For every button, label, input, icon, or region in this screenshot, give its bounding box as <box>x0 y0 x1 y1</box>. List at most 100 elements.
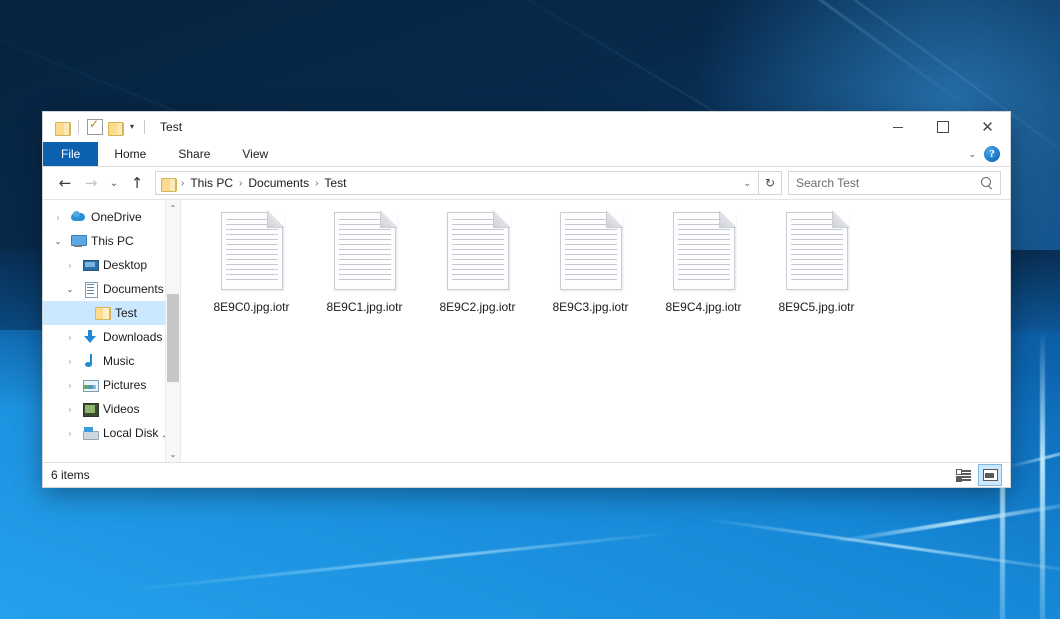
tab-home[interactable]: Home <box>98 142 162 166</box>
breadcrumb-separator: › <box>179 178 186 189</box>
file-list-pane[interactable]: 8E9C0.jpg.iotr 8E9C1.jpg.iotr <box>181 200 1010 462</box>
onedrive-icon <box>70 209 86 225</box>
generic-document-icon <box>673 212 735 290</box>
title-bar: ▾ Test ✕ <box>43 112 1010 142</box>
document-lines <box>226 219 278 284</box>
scrollbar-track[interactable] <box>166 216 180 446</box>
breadcrumb-item-documents[interactable]: Documents <box>244 176 313 190</box>
toolbar-divider <box>78 120 79 134</box>
scroll-up-icon[interactable]: ⌃ <box>166 200 180 216</box>
chevron-right-icon[interactable]: › <box>63 381 77 390</box>
file-name-label: 8E9C0.jpg.iotr <box>213 300 289 314</box>
large-icons-view-icon <box>983 469 998 481</box>
minimize-button[interactable] <box>875 112 920 142</box>
up-button[interactable]: ↑ <box>124 170 150 196</box>
properties-checkbox-icon[interactable] <box>87 119 103 135</box>
sidebar-item-documents[interactable]: ⌄ Documents <box>43 277 180 301</box>
search-box[interactable]: Search Test <box>788 171 1001 195</box>
sidebar-item-label: This PC <box>91 234 134 248</box>
file-name-label: 8E9C3.jpg.iotr <box>552 300 628 314</box>
details-view-button[interactable] <box>952 465 974 485</box>
tab-file[interactable]: File <box>43 142 98 166</box>
sidebar-item-pictures[interactable]: › Pictures <box>43 373 180 397</box>
file-name-label: 8E9C5.jpg.iotr <box>778 300 854 314</box>
chevron-right-icon[interactable]: › <box>63 357 77 366</box>
file-item[interactable]: 8E9C2.jpg.iotr <box>421 210 534 328</box>
minimize-icon <box>893 127 903 128</box>
sidebar-item-videos[interactable]: › Videos <box>43 397 180 421</box>
sidebar-item-desktop[interactable]: › Desktop <box>43 253 180 277</box>
sidebar-item-music[interactable]: › Music <box>43 349 180 373</box>
window-controls: ✕ <box>875 112 1010 142</box>
details-rows <box>962 470 971 472</box>
sidebar-item-label: Videos <box>103 402 139 416</box>
chevron-down-icon[interactable]: ⌄ <box>63 285 77 294</box>
navigation-scrollbar[interactable]: ⌃ ⌄ <box>165 200 180 462</box>
sidebar-item-label: OneDrive <box>91 210 142 224</box>
search-input[interactable]: Search Test <box>796 176 981 190</box>
chevron-down-icon[interactable]: ⌄ <box>968 149 976 160</box>
item-count-label: 6 items <box>51 468 90 482</box>
chevron-right-icon[interactable]: › <box>63 405 77 414</box>
view-toggle-group <box>952 464 1002 486</box>
document-fold <box>832 211 849 228</box>
tab-view[interactable]: View <box>226 142 284 166</box>
chevron-right-icon[interactable]: › <box>63 429 77 438</box>
wallpaper-beam <box>1040 330 1045 619</box>
navigation-pane: › OneDrive ⌄ This PC › Desktop ⌄ <box>43 200 181 462</box>
tab-share[interactable]: Share <box>162 142 226 166</box>
new-folder-icon[interactable] <box>108 121 123 134</box>
document-fold <box>380 211 397 228</box>
file-item[interactable]: 8E9C0.jpg.iotr <box>195 210 308 328</box>
document-fold <box>493 211 510 228</box>
file-item[interactable]: 8E9C5.jpg.iotr <box>760 210 873 328</box>
file-item[interactable]: 8E9C4.jpg.iotr <box>647 210 760 328</box>
sidebar-item-local-disk-c[interactable]: › Local Disk (C:) <box>43 421 180 445</box>
generic-document-icon <box>334 212 396 290</box>
large-icons-view-button[interactable] <box>978 464 1002 486</box>
refresh-button[interactable]: ↻ <box>759 171 782 195</box>
recent-locations-button[interactable]: ⌄ <box>104 170 124 196</box>
file-explorer-window: ▾ Test ✕ File Home Share View ⌄ ? ← → <box>43 112 1010 487</box>
videos-icon <box>82 401 98 417</box>
forward-button[interactable]: → <box>78 170 104 196</box>
breadcrumb-item-this-pc[interactable]: This PC <box>186 176 237 190</box>
file-item[interactable]: 8E9C3.jpg.iotr <box>534 210 647 328</box>
sidebar-item-onedrive[interactable]: › OneDrive <box>43 205 180 229</box>
desktop-icon <box>82 257 98 273</box>
file-name-label: 8E9C2.jpg.iotr <box>439 300 515 314</box>
chevron-right-icon[interactable]: › <box>63 261 77 270</box>
sidebar-item-this-pc[interactable]: ⌄ This PC <box>43 229 180 253</box>
chevron-right-icon[interactable]: › <box>51 213 65 222</box>
back-button[interactable]: ← <box>52 170 78 196</box>
maximize-icon <box>937 121 949 133</box>
help-icon[interactable]: ? <box>984 146 1000 162</box>
breadcrumb-item-test[interactable]: Test <box>320 176 350 190</box>
folder-icon[interactable] <box>55 121 70 134</box>
this-pc-icon <box>70 233 86 249</box>
sidebar-item-test[interactable]: Test <box>43 301 180 325</box>
maximize-button[interactable] <box>920 112 965 142</box>
document-lines <box>339 219 391 284</box>
address-bar[interactable]: › This PC › Documents › Test ⌄ <box>155 171 759 195</box>
music-icon <box>82 353 98 369</box>
downloads-icon <box>82 329 98 345</box>
scroll-down-icon[interactable]: ⌄ <box>166 446 180 462</box>
window-title: Test <box>160 120 182 134</box>
address-dropdown-icon[interactable]: ⌄ <box>738 178 756 189</box>
chevron-right-icon[interactable]: › <box>63 333 77 342</box>
chevron-down-icon[interactable]: ▾ <box>128 123 136 131</box>
close-button[interactable]: ✕ <box>965 112 1010 142</box>
generic-document-icon <box>447 212 509 290</box>
document-fold <box>267 211 284 228</box>
sidebar-item-label: Downloads <box>103 330 162 344</box>
file-item[interactable]: 8E9C1.jpg.iotr <box>308 210 421 328</box>
folder-icon <box>161 177 176 190</box>
sidebar-item-downloads[interactable]: › Downloads <box>43 325 180 349</box>
generic-document-icon <box>560 212 622 290</box>
quick-access-toolbar: ▾ <box>43 112 148 142</box>
pictures-icon <box>82 377 98 393</box>
chevron-down-icon[interactable]: ⌄ <box>51 237 65 246</box>
sidebar-item-label: Test <box>115 306 137 320</box>
scrollbar-thumb[interactable] <box>167 294 179 382</box>
